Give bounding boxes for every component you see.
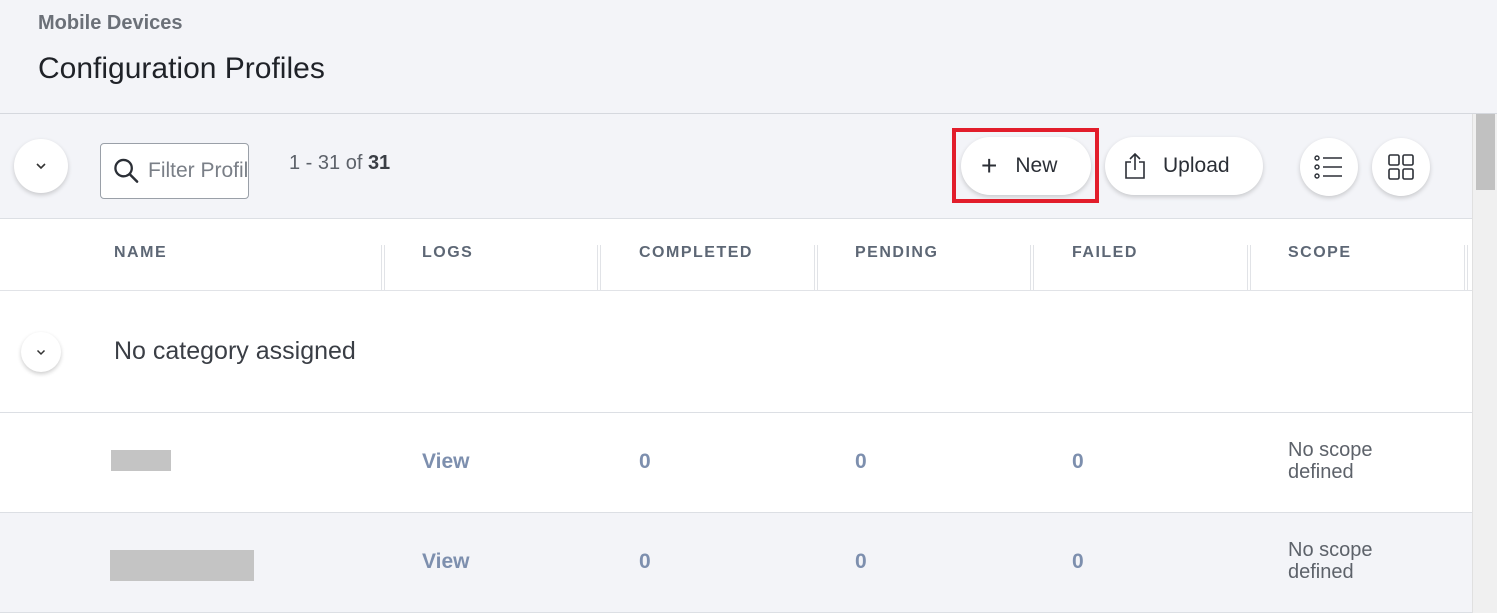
upload-button-label: Upload: [1163, 154, 1230, 177]
new-button-label: New: [1015, 154, 1058, 177]
column-header-logs[interactable]: LOGS: [422, 244, 473, 262]
grid-icon: [1388, 154, 1414, 180]
column-header-completed[interactable]: COMPLETED: [639, 244, 753, 262]
column-resize-handle[interactable]: [814, 245, 818, 291]
chevron-down-icon: [36, 163, 46, 170]
column-resize-handle[interactable]: [381, 245, 385, 291]
upload-icon: [1125, 152, 1145, 179]
column-header-failed[interactable]: FAILED: [1072, 244, 1138, 262]
filter-field[interactable]: [100, 143, 249, 199]
scope-cell: No scope defined: [1288, 439, 1408, 483]
result-count: 1 - 31 of 31: [289, 152, 390, 175]
upload-button[interactable]: Upload: [1105, 137, 1263, 195]
table-header: NAME LOGS COMPLETED PENDING FAILED SCOPE: [0, 219, 1472, 291]
grid-view-button[interactable]: [1372, 138, 1430, 196]
scope-text: No scope: [1288, 539, 1373, 561]
collapse-all-button[interactable]: [14, 139, 68, 193]
list-view-button[interactable]: [1300, 138, 1358, 196]
table-row[interactable]: View 0 0 0 No scope defined: [0, 513, 1472, 613]
column-header-scope[interactable]: SCOPE: [1288, 244, 1352, 262]
toolbar: 1 - 31 of 31 + New Upload: [0, 114, 1472, 219]
vertical-scrollbar[interactable]: [1472, 114, 1497, 613]
category-group-row: No category assigned: [0, 291, 1472, 413]
column-header-pending[interactable]: PENDING: [855, 244, 938, 262]
scope-text: No scope: [1288, 439, 1373, 461]
scrollbar-thumb[interactable]: [1476, 114, 1495, 190]
page: Mobile Devices Configuration Profiles 1 …: [0, 0, 1497, 613]
pending-count: 0: [855, 550, 867, 573]
group-collapse-button[interactable]: [21, 332, 61, 372]
profiles-table: NAME LOGS COMPLETED PENDING FAILED SCOPE…: [0, 219, 1472, 613]
column-header-name[interactable]: NAME: [114, 244, 167, 262]
column-resize-handle[interactable]: [597, 245, 601, 291]
column-resize-handle[interactable]: [1464, 245, 1468, 291]
completed-count: 0: [639, 550, 651, 573]
column-resize-handle[interactable]: [1030, 245, 1034, 291]
breadcrumb[interactable]: Mobile Devices: [38, 12, 183, 35]
scope-cell: No scope defined: [1288, 539, 1408, 583]
group-label: No category assigned: [114, 337, 356, 365]
page-title: Configuration Profiles: [38, 52, 325, 85]
failed-count: 0: [1072, 450, 1084, 473]
count-total: 31: [367, 152, 391, 174]
logs-view-link[interactable]: View: [422, 550, 469, 574]
filter-input[interactable]: [148, 159, 248, 183]
failed-count: 0: [1072, 550, 1084, 573]
completed-count: 0: [639, 450, 651, 473]
plus-icon: +: [981, 150, 998, 181]
logs-view-link[interactable]: View: [422, 450, 469, 474]
scope-text: defined: [1288, 561, 1354, 583]
new-button[interactable]: + New: [961, 137, 1091, 195]
scope-text: defined: [1288, 461, 1354, 483]
page-header: Mobile Devices Configuration Profiles: [0, 0, 1497, 114]
count-range: 1 - 31 of: [289, 152, 368, 174]
redacted-profile-name[interactable]: [110, 550, 254, 581]
table-row[interactable]: View 0 0 0 No scope defined: [0, 413, 1472, 513]
pending-count: 0: [855, 450, 867, 473]
search-icon: [114, 158, 139, 183]
redacted-profile-name[interactable]: [111, 450, 171, 471]
list-icon: [1314, 155, 1342, 179]
chevron-down-icon: [36, 349, 46, 356]
column-resize-handle[interactable]: [1247, 245, 1251, 291]
